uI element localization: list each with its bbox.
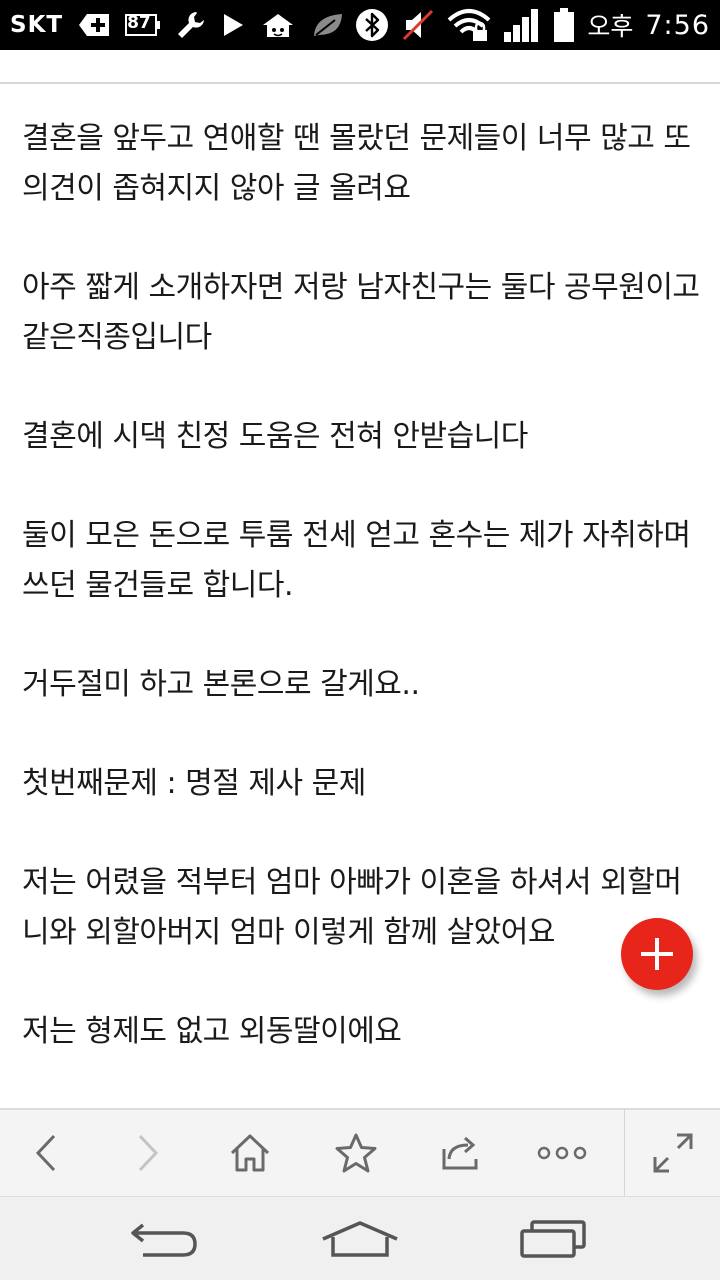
status-bar: SKT 87 오후 7:56 [0, 0, 720, 50]
fullscreen-icon [653, 1133, 693, 1173]
status-right-group: 오후 7:56 [355, 0, 710, 50]
wifi-lock-icon [447, 8, 491, 42]
back-icon [35, 1134, 56, 1172]
nav-recents-button[interactable] [488, 1197, 618, 1280]
article-paragraph: 결혼에 시댁 친정 도움은 전혀 안받습니다 [22, 419, 528, 454]
article-paragraph: 둘이 모은 돈으로 투룸 전세 얻고 혼수는 제가 자취하며 쓰던 물건들로 합… [22, 518, 691, 603]
signal-icon [503, 8, 541, 42]
nav-back-button[interactable] [100, 1197, 230, 1280]
more-icon [537, 1146, 587, 1160]
battery-level-text: 87 [127, 13, 151, 33]
wrench-icon [175, 9, 207, 41]
home-icon [230, 1134, 270, 1172]
toolbar-separator [624, 1110, 625, 1196]
leaf-icon [311, 11, 345, 39]
battery-87-icon: 87 [125, 12, 161, 38]
browser-toolbar [0, 1108, 720, 1196]
fullscreen-button[interactable] [628, 1110, 718, 1196]
nav-home-icon [322, 1221, 398, 1257]
article-paragraph: 거두절미 하고 본론으로 갈게요.. [22, 667, 420, 702]
plus-box-icon [77, 10, 111, 40]
play-icon [221, 12, 245, 38]
nav-home-button[interactable] [295, 1197, 425, 1280]
mute-icon [401, 9, 435, 41]
back-button[interactable] [0, 1110, 92, 1196]
forward-button[interactable] [102, 1110, 194, 1196]
article-paragraph: 저는 형제도 없고 외동딸이에요 [22, 1014, 402, 1049]
nav-back-icon [131, 1223, 197, 1257]
system-nav-bar [0, 1196, 720, 1280]
battery-icon [553, 7, 575, 43]
bookmark-button[interactable] [310, 1110, 402, 1196]
bookmark-star-icon [335, 1133, 377, 1173]
article-paragraph: 아주 짧게 소개하자면 저랑 남자친구는 둘다 공무원이고 같은직종입니다 [22, 270, 700, 355]
ampm-label: 오후 [587, 12, 634, 41]
nav-recents-icon [520, 1220, 586, 1258]
more-button[interactable] [516, 1110, 608, 1196]
article-body: 결혼을 앞두고 연애할 땐 몰랐던 문제들이 너무 많고 또 의견이 좁혀지지 … [22, 114, 702, 1106]
page-top-divider [0, 82, 720, 84]
article-paragraph: 첫번째문제 : 명절 제사 문제 [22, 766, 366, 801]
home-app-icon [259, 11, 297, 39]
home-button[interactable] [204, 1110, 296, 1196]
carrier-label: SKT [10, 12, 64, 38]
clock-time: 7:56 [645, 9, 710, 41]
article-paragraph: 저는 어렸을 적부터 엄마 아빠가 이혼을 하셔서 외할머니와 외할아버지 엄마… [22, 865, 682, 950]
floating-add-button[interactable] [621, 918, 693, 990]
bluetooth-icon [355, 8, 389, 42]
share-button[interactable] [414, 1110, 506, 1196]
forward-icon [138, 1134, 159, 1172]
share-icon [442, 1136, 478, 1170]
status-left-group: SKT 87 [10, 0, 345, 50]
article-paragraph: 결혼을 앞두고 연애할 땐 몰랐던 문제들이 너무 많고 또 의견이 좁혀지지 … [22, 121, 691, 206]
plus-icon [641, 938, 673, 970]
